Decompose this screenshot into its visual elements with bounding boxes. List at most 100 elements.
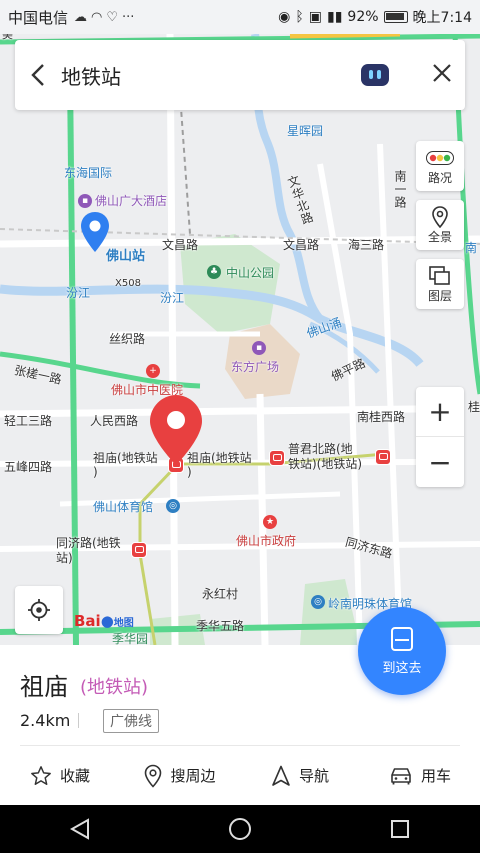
cloud-icon: ☁ — [74, 9, 88, 25]
layers-button[interactable]: 图层 — [416, 259, 464, 309]
map-label: 星晖园 — [287, 124, 324, 138]
map-label: 佛山广大酒店 — [95, 194, 168, 208]
back-button[interactable] — [15, 40, 61, 110]
road — [377, 143, 403, 645]
search-nearby-button[interactable]: 搜周边 — [120, 746, 240, 805]
go-here-button[interactable]: 到这去 — [358, 607, 446, 695]
zoom-in-button[interactable]: + — [416, 387, 464, 437]
go-here-label: 到这去 — [382, 660, 422, 676]
metro-station-icon[interactable] — [269, 450, 285, 466]
separator — [78, 713, 79, 728]
map-label: 桂 — [468, 400, 480, 414]
navigation-arrow-icon — [272, 765, 290, 786]
bus-icon — [391, 626, 413, 651]
zoom-control: + − — [416, 387, 464, 487]
traffic-label: 路况 — [427, 170, 452, 185]
triangle-back-icon — [70, 818, 89, 840]
close-icon — [433, 64, 451, 82]
traffic-button[interactable]: 路况 — [416, 141, 464, 191]
map-label: 汾江 — [160, 291, 185, 305]
wifi-icon: ◠ — [91, 9, 103, 25]
rail-line — [179, 93, 191, 235]
layers-icon — [429, 265, 451, 287]
metro-station-icon[interactable] — [131, 542, 147, 558]
ride-button[interactable]: 用车 — [360, 746, 480, 805]
station-pin-icon[interactable] — [81, 212, 109, 252]
favorite-label: 收藏 — [59, 767, 90, 785]
bluetooth-icon: ᛒ — [295, 9, 304, 25]
map-view[interactable]: 星晖园 东海国际 ▪ 佛山广大酒店 佛山站 文昌路 文昌路 海三路 ♣ 中山公园… — [0, 34, 480, 645]
panorama-button[interactable]: 全景 — [416, 200, 464, 250]
shield-icon: ♡ — [106, 9, 119, 25]
baidu-map-logo: Bai●地图 — [74, 612, 134, 630]
map-label: 五峰四路 — [4, 460, 53, 474]
stadium-icon: ◎ — [311, 595, 325, 609]
close-button[interactable] — [419, 60, 465, 90]
place-distance: 2.4km — [20, 711, 71, 730]
locate-me-button[interactable] — [15, 586, 63, 634]
hospital-icon: + — [146, 364, 160, 378]
map-label: 祖庙(地铁站 ) — [93, 451, 158, 479]
voice-assistant-robot-icon[interactable] — [361, 64, 389, 86]
map-label: 文昌路 — [283, 238, 320, 252]
search-bar: 地铁站 — [15, 40, 465, 110]
traffic-light-icon — [426, 147, 454, 169]
action-bar: 收藏 搜周边 导航 用车 — [0, 746, 480, 805]
map-label: 普君北路(地 铁站)(地铁站) — [288, 442, 363, 471]
nav-recents-button[interactable] — [370, 805, 430, 853]
place-name: 祖庙 — [20, 673, 68, 701]
paw-icon: ● — [100, 612, 114, 630]
map-label: 轻工三路 — [4, 414, 53, 428]
lingnan-stadium-area — [300, 579, 360, 645]
selected-location-pin-icon[interactable] — [150, 395, 202, 465]
star-icon — [31, 765, 51, 785]
zoom-out-button[interactable]: − — [416, 437, 464, 487]
map-label: 丝织路 — [109, 332, 146, 346]
signal-icon: ▮▮ — [327, 9, 343, 25]
nav-back-button[interactable] — [50, 805, 110, 853]
map-label: 佛山站 — [106, 249, 146, 264]
status-icons: ☁ ◠ ♡ ··· — [74, 10, 134, 25]
government-icon: ★ — [263, 515, 277, 529]
search-nearby-label: 搜周边 — [170, 767, 216, 785]
metro-station-icon[interactable] — [375, 449, 391, 465]
gps-icon: ◉ — [278, 9, 291, 25]
square-recents-icon — [391, 820, 409, 838]
map-label: 美 — [2, 34, 13, 41]
park-icon: ♣ — [207, 265, 221, 279]
metro-line-tag: 广佛线 — [103, 709, 159, 733]
circle-home-icon — [229, 818, 251, 840]
baidu-logo-text: Bai — [74, 612, 101, 630]
navigate-label: 导航 — [298, 767, 329, 785]
ride-label: 用车 — [420, 767, 451, 785]
search-input[interactable]: 地铁站 — [61, 61, 361, 90]
map-label: 同济路(地铁 站) — [56, 536, 121, 565]
favorite-button[interactable]: 收藏 — [0, 746, 120, 805]
navigate-button[interactable]: 导航 — [240, 746, 360, 805]
map-label: 中山公园 — [226, 266, 275, 280]
map-label: 东方广场 — [231, 360, 280, 374]
place-type: (地铁站) — [80, 677, 149, 698]
map-label: 东海国际 — [64, 166, 113, 180]
map-label: 汾江 — [66, 286, 91, 300]
map-label: 佛山体育馆 — [93, 500, 154, 514]
map-label: 季华园 — [112, 632, 149, 645]
status-bar: 中国电信 ☁ ◠ ♡ ··· ◉ ᛒ ▣ ▮▮ 92% 晚上7:14 — [0, 0, 480, 34]
map-label: 永红村 — [202, 587, 239, 601]
map-label: 南桂西路 — [357, 410, 406, 424]
location-pin-icon — [432, 205, 448, 228]
shopping-icon: ▪ — [252, 341, 266, 355]
location-pin-icon — [145, 764, 162, 788]
nfc-icon: ▣ — [308, 9, 322, 25]
yellow-road — [289, 34, 401, 39]
layers-label: 图层 — [427, 288, 452, 303]
car-icon — [391, 767, 411, 784]
map-label: 季华五路 — [196, 619, 245, 633]
back-arrow-icon — [31, 64, 44, 86]
nav-home-button[interactable] — [210, 805, 270, 853]
more-icon: ··· — [122, 9, 135, 25]
map-label: 文昌路 — [162, 238, 199, 252]
locate-crosshair-icon — [28, 599, 50, 621]
battery-icon — [383, 11, 408, 23]
hotel-icon: ▪ — [78, 194, 92, 208]
